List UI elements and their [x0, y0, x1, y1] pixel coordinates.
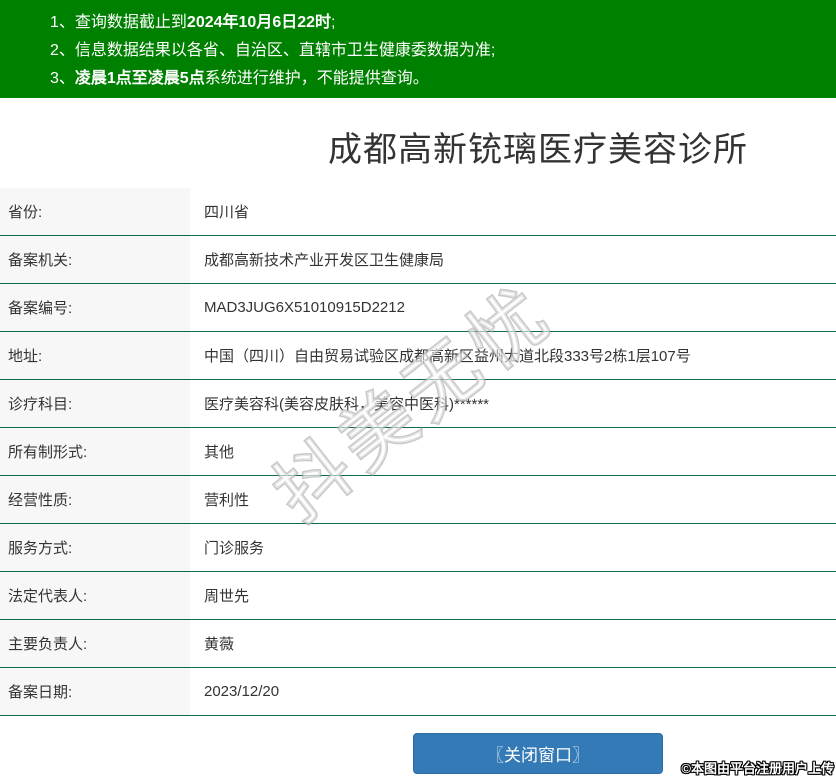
notice-3-num: 3、 [50, 70, 75, 87]
table-row-filing-authority: 备案机关: 成都高新技术产业开发区卫生健康局 [0, 236, 836, 284]
notice-line-3: 3、凌晨1点至凌晨5点系统进行维护，不能提供查询。 [50, 65, 836, 93]
table-row-ownership-form: 所有制形式: 其他 [0, 428, 836, 476]
notice-banner: 1、查询数据截止到2024年10月6日22时; 2、信息数据结果以各省、自治区、… [0, 0, 836, 98]
table-row-service-mode: 服务方式: 门诊服务 [0, 524, 836, 572]
row-label: 省份: [0, 188, 190, 235]
row-label: 服务方式: [0, 524, 190, 571]
row-label: 法定代表人: [0, 572, 190, 619]
row-label: 主要负责人: [0, 620, 190, 667]
row-value: 门诊服务 [204, 540, 265, 557]
notice-2-num: 2、 [50, 42, 75, 59]
row-label: 所有制形式: [0, 428, 190, 475]
row-label: 备案日期: [0, 668, 190, 715]
table-row-legal-representative: 法定代表人: 周世先 [0, 572, 836, 620]
table-row-filing-date: 备案日期: 2023/12/20 [0, 668, 836, 716]
page: 1、查询数据截止到2024年10月6日22时; 2、信息数据结果以各省、自治区、… [0, 0, 836, 774]
notice-3-bold: 凌晨1点至凌晨5点 [74, 70, 205, 87]
page-title: 成都高新铳璃医疗美容诊所 [328, 131, 748, 169]
notice-line-1: 1、查询数据截止到2024年10月6日22时; [50, 9, 836, 37]
row-value: 黄薇 [204, 636, 235, 653]
row-value: 医疗美容科(美容皮肤科，美容中医科)****** [204, 396, 490, 413]
row-value: MAD3JUG6X51010915D2212 [204, 299, 405, 316]
notice-2-text: 信息数据结果以各省、自治区、直辖市卫生健康委数据为准; [74, 42, 496, 59]
close-window-button[interactable]: 〖关闭窗口〗 [413, 733, 663, 774]
row-label: 诊疗科目: [0, 380, 190, 427]
row-value: 四川省 [204, 204, 250, 221]
table-row-business-nature: 经营性质: 营利性 [0, 476, 836, 524]
notice-1-bold: 2024年10月6日22时 [186, 14, 332, 31]
notice-1-num: 1、 [50, 14, 75, 31]
table-row-province: 省份: 四川省 [0, 188, 836, 236]
attribution-text: ©本图由平台注册用户上传 [681, 761, 834, 776]
row-value: 2023/12/20 [204, 683, 280, 700]
row-value: 成都高新技术产业开发区卫生健康局 [204, 252, 445, 269]
row-label: 备案机关: [0, 236, 190, 283]
notice-line-2: 2、信息数据结果以各省、自治区、直辖市卫生健康委数据为准; [50, 37, 836, 65]
notice-1-text: 查询数据截止到 [74, 14, 187, 31]
row-label: 地址: [0, 332, 190, 379]
notice-1-end: ; [331, 14, 336, 31]
row-value: 周世先 [204, 588, 250, 605]
table-row-filing-number: 备案编号: MAD3JUG6X51010915D2212 [0, 284, 836, 332]
notice-3-end: 系统进行维护，不能提供查询。 [204, 70, 429, 87]
row-value: 其他 [204, 444, 235, 461]
table-row-address: 地址: 中国（四川）自由贸易试验区成都高新区益州大道北段333号2栋1层107号 [0, 332, 836, 380]
row-value: 营利性 [204, 492, 250, 509]
info-table: 省份: 四川省 备案机关: 成都高新技术产业开发区卫生健康局 备案编号: MAD… [0, 188, 836, 716]
row-label: 经营性质: [0, 476, 190, 523]
table-row-person-in-charge: 主要负责人: 黄薇 [0, 620, 836, 668]
row-value: 中国（四川）自由贸易试验区成都高新区益州大道北段333号2栋1层107号 [204, 348, 691, 365]
table-row-medical-subjects: 诊疗科目: 医疗美容科(美容皮肤科，美容中医科)****** [0, 380, 836, 428]
row-label: 备案编号: [0, 284, 190, 331]
